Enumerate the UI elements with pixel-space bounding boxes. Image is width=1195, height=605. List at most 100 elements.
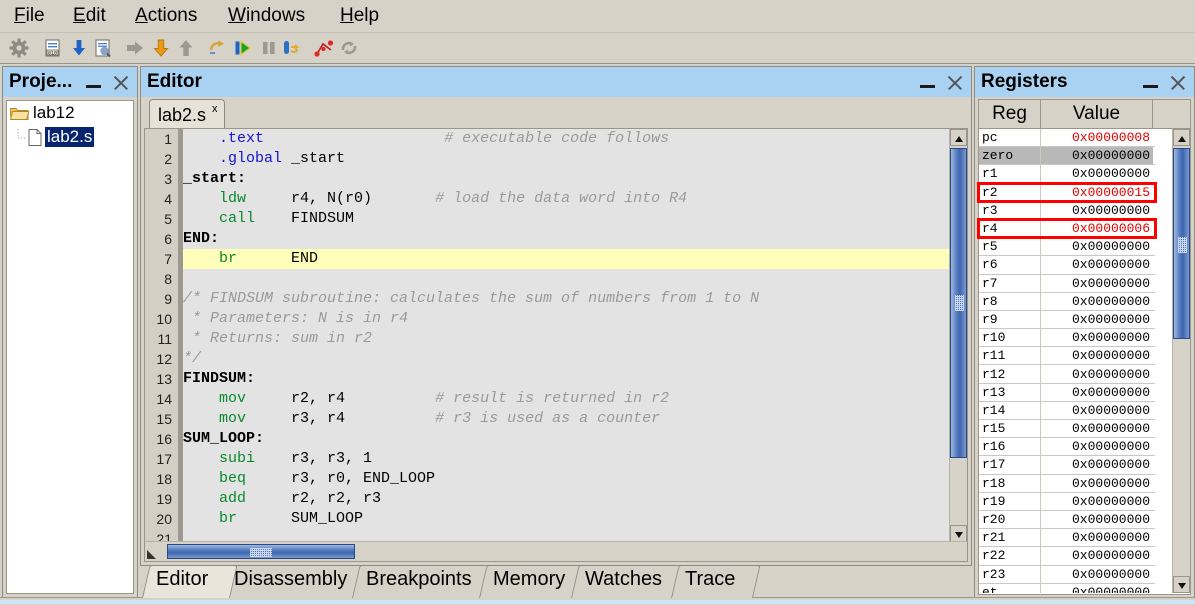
bottom-tab-watches[interactable]: Watches (571, 565, 689, 598)
bottom-tab-breakpoints[interactable]: Breakpoints (352, 565, 497, 598)
register-row-r6[interactable]: r6 0x00000000 (979, 256, 1155, 275)
register-row-pc[interactable]: pc 0x00000008 (979, 129, 1155, 148)
file-tab-lab2s[interactable]: lab2.s x (149, 99, 225, 130)
register-row-r4[interactable]: r4 0x00000006 (979, 219, 1155, 239)
code-line[interactable]: * Returns: sum in r2 (183, 329, 950, 349)
editor-vertical-scrollbar[interactable] (949, 129, 967, 542)
code-line[interactable]: beq r3, r0, END_LOOP (183, 469, 950, 489)
bottom-tab-disassembly[interactable]: Disassembly (220, 565, 370, 598)
code-line[interactable]: .global _start (183, 149, 950, 169)
menu-edit[interactable]: Edit (73, 4, 106, 28)
registers-table[interactable]: Reg Value pc 0x00000008 zero 0x00000000 r1 0x… (978, 99, 1191, 595)
vertical-scroll-thumb[interactable] (950, 148, 967, 458)
resize-grip-icon[interactable] (147, 550, 156, 559)
pause-icon[interactable] (258, 37, 280, 59)
register-value: 0x00000000 (1071, 439, 1150, 455)
scroll-up-arrow-icon[interactable] (1173, 129, 1190, 146)
scroll-up-arrow-icon[interactable] (950, 129, 967, 146)
code-line[interactable]: */ (183, 349, 950, 369)
register-row-r2[interactable]: r2 0x00000015 (979, 183, 1155, 202)
register-row-r11[interactable]: r11 0x00000000 (979, 347, 1155, 366)
menu-file[interactable]: File (14, 4, 45, 28)
code-editor-area[interactable]: 12345678910111213141516171819202122 .tex… (144, 128, 968, 562)
code-text[interactable]: .text # executable code follows .global … (183, 129, 950, 542)
breakpoint-icon[interactable] (313, 37, 335, 59)
bottom-tab-trace[interactable]: Trace (671, 565, 761, 598)
register-row-r8[interactable]: r8 0x00000000 (979, 292, 1155, 311)
scroll-down-arrow-icon[interactable] (1173, 576, 1190, 593)
continue-arrow-icon[interactable] (124, 37, 146, 59)
minimize-icon[interactable] (85, 74, 102, 90)
bottom-tab-memory[interactable]: Memory (479, 565, 589, 598)
refresh-icon[interactable] (338, 37, 360, 59)
code-line[interactable]: END: (183, 229, 950, 249)
register-row-r7[interactable]: r7 0x00000000 (979, 274, 1155, 293)
register-row-r15[interactable]: r15 0x00000000 (979, 420, 1155, 439)
register-row-r19[interactable]: r19 0x00000000 (979, 492, 1155, 511)
menu-actions[interactable]: Actions (135, 4, 197, 28)
menu-help[interactable]: Help (340, 4, 379, 28)
code-line[interactable]: .text # executable code follows (183, 129, 950, 149)
close-icon[interactable] (112, 74, 129, 91)
register-row-r5[interactable]: r5 0x00000000 (979, 238, 1155, 257)
tree-item-lab12[interactable]: lab12 (7, 101, 133, 125)
register-row-r9[interactable]: r9 0x00000000 (979, 310, 1155, 330)
register-row-r23[interactable]: r23 0x00000000 (979, 565, 1155, 584)
run-loop-icon[interactable] (207, 37, 229, 59)
register-row-r13[interactable]: r13 0x00000000 (979, 383, 1155, 402)
registers-table-header: Reg Value (979, 100, 1190, 129)
register-row-r22[interactable]: r22 0x00000000 (979, 547, 1155, 566)
register-row-r12[interactable]: r12 0x00000000 (979, 365, 1155, 384)
compile-icon[interactable]: 010 (42, 37, 64, 59)
register-row-et[interactable]: et 0x00000000 (979, 583, 1155, 593)
code-line[interactable]: mov r3, r4 # r3 is used as a counter (183, 409, 950, 429)
close-icon[interactable] (1169, 74, 1186, 91)
register-row-r3[interactable]: r3 0x00000000 (979, 201, 1155, 220)
file-tab-close-icon[interactable]: x (212, 103, 218, 115)
register-row-zero[interactable]: zero 0x00000000 (979, 147, 1155, 166)
minimize-icon[interactable] (919, 74, 936, 90)
code-span (183, 130, 219, 147)
settings-gear-icon[interactable] (8, 37, 30, 59)
code-line[interactable]: call FINDSUM (183, 209, 950, 229)
code-line[interactable]: SUM_LOOP: (183, 429, 950, 449)
minimize-icon[interactable] (1142, 74, 1159, 90)
registers-row-list[interactable]: pc 0x00000008 zero 0x00000000 r1 0x00000000 r2… (979, 129, 1155, 593)
code-line[interactable]: FINDSUM: (183, 369, 950, 389)
register-row-r14[interactable]: r14 0x00000000 (979, 401, 1155, 420)
code-line[interactable]: mov r2, r4 # result is returned in r2 (183, 389, 950, 409)
tree-item-lab2-s[interactable]: lab2.s (7, 125, 133, 149)
download-icon[interactable] (68, 37, 90, 59)
code-line-current[interactable]: br END (183, 249, 950, 269)
code-line[interactable]: /* FINDSUM subroutine: calculates the su… (183, 289, 950, 309)
load-program-icon[interactable] (92, 37, 114, 59)
reset-icon[interactable] (280, 37, 302, 59)
run-icon[interactable] (232, 37, 254, 59)
scroll-down-arrow-icon[interactable] (950, 525, 967, 542)
editor-horizontal-scrollbar[interactable] (145, 541, 967, 561)
register-row-r16[interactable]: r16 0x00000000 (979, 438, 1155, 457)
code-line[interactable]: add r2, r2, r3 (183, 489, 950, 509)
step-into-icon[interactable] (150, 37, 172, 59)
vertical-scroll-thumb[interactable] (1173, 148, 1190, 339)
code-line[interactable] (183, 269, 950, 289)
project-tree[interactable]: lab12 lab2.s (6, 100, 134, 594)
step-out-icon[interactable] (175, 37, 197, 59)
menu-windows[interactable]: Windows (228, 4, 305, 28)
code-line[interactable]: subi r3, r3, 1 (183, 449, 950, 469)
register-row-r20[interactable]: r20 0x00000000 (979, 510, 1155, 530)
close-icon[interactable] (946, 74, 963, 91)
register-row-r1[interactable]: r1 0x00000000 (979, 165, 1155, 184)
registers-vertical-scrollbar[interactable] (1172, 129, 1190, 593)
bottom-tab-editor[interactable]: Editor (142, 565, 238, 598)
register-row-r18[interactable]: r18 0x00000000 (979, 474, 1155, 493)
code-line[interactable]: * Parameters: N is in r4 (183, 309, 950, 329)
code-line[interactable]: ldw r4, N(r0) # load the data word into … (183, 189, 950, 209)
code-line[interactable]: _start: (183, 169, 950, 189)
code-span: # load the data word into R4 (435, 190, 688, 207)
register-row-r17[interactable]: r17 0x00000000 (979, 456, 1155, 475)
horizontal-scroll-thumb[interactable] (167, 544, 355, 559)
code-line[interactable]: br SUM_LOOP (183, 509, 950, 529)
register-row-r10[interactable]: r10 0x00000000 (979, 329, 1155, 348)
register-row-r21[interactable]: r21 0x00000000 (979, 529, 1155, 548)
